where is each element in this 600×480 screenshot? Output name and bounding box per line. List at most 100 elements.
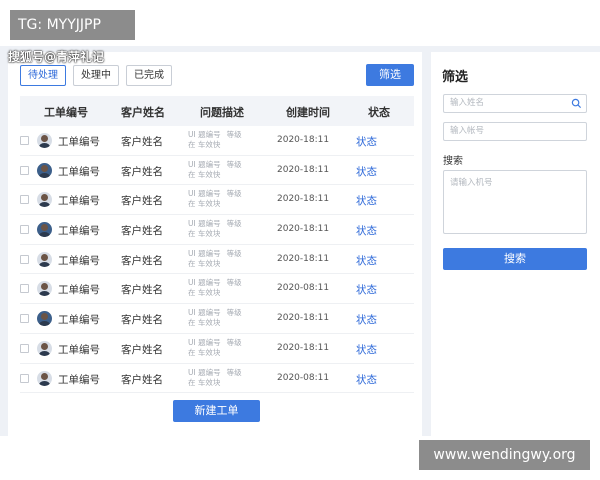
ticket-id-cell: 工单编号 [58,373,100,386]
ticket-id-cell: 工单编号 [58,284,100,297]
description-level: 等级 [226,308,242,318]
tab-completed[interactable]: 已完成 [126,65,172,86]
created-time-cell: 2020-18:11 [277,224,330,235]
status-link[interactable]: 状态 [356,282,377,297]
status-link[interactable]: 状态 [356,253,377,268]
description-line-2: 在 车效块 [188,258,221,268]
description-cell: UI 题编号 等级在 车效块 [188,219,242,239]
description-level: 等级 [226,248,242,258]
description-line-2: 在 车效块 [188,377,221,387]
tg-watermark: TG: MYYJJPP [10,10,135,40]
description-level: 等级 [226,130,242,139]
description-cell: UI 题编号 等级在 车效块 [188,368,242,388]
avatar [37,162,52,178]
description-line-2: 在 车效快 [188,140,221,149]
customer-name-cell: 客户姓名 [121,373,163,386]
status-tabs: 待处理 处理中 已完成 [20,65,172,86]
description-line-2: 在 车效块 [188,199,221,209]
header-ticket-id: 工单编号 [44,106,88,119]
ticket-id-cell: 工单编号 [58,314,100,327]
description-line-1: UI 题编号 [188,308,221,318]
search-icon[interactable] [571,98,582,109]
description-line-1: UI 题编号 [188,248,221,258]
customer-name-cell: 客户姓名 [121,195,163,208]
ticket-id-cell: 工单编号 [58,343,100,356]
status-link[interactable]: 状态 [356,164,377,179]
description-line-2: 在 车效块 [188,288,221,298]
phone-textarea[interactable]: 请输入机号 [443,170,587,234]
status-link[interactable]: 状态 [356,372,377,387]
description-level: 等级 [226,159,242,169]
search-button[interactable]: 搜索 [443,248,587,270]
description-cell: UI 题编号 等级在 车效块 [188,308,242,328]
customer-name-cell: 客户姓名 [121,254,163,267]
table-row[interactable]: 工单编号 客户姓名 UI 题编号 等级在 车效块 2020-08:11 状态 [20,274,414,305]
description-cell: UI 题编号 等级在 车效块 [188,278,242,298]
description-line-2: 在 车效块 [188,347,221,357]
table-row[interactable]: 工单编号 客户姓名 UI 题编号 等级在 车效块 2020-08:11 状态 [20,364,414,394]
name-input[interactable]: 输入姓名 [443,94,587,113]
status-link[interactable]: 状态 [356,134,377,149]
table-header: 工单编号 客户姓名 问题描述 创建时间 状态 [20,96,414,126]
row-checkbox[interactable] [20,165,29,175]
header-created-time: 创建时间 [286,106,330,119]
table-row[interactable]: 工单编号 客户姓名 UI 题编号 等级在 车效块 2020-18:11 状态 [20,185,414,216]
status-link[interactable]: 状态 [356,193,377,208]
status-link[interactable]: 状态 [356,342,377,357]
row-checkbox[interactable] [20,373,29,383]
description-level: 等级 [226,278,242,288]
description-line-1: UI 题编号 [188,159,221,169]
customer-name-cell: 客户姓名 [121,225,163,238]
table-row[interactable]: 工单编号 客户姓名 UI 题编号 等级在 车效块 2020-18:11 状态 [20,334,414,364]
header-description: 问题描述 [200,106,244,119]
table-row[interactable]: 工单编号 客户姓名 UI 题编号 等级在 车效快 2020-18:11 状态 [20,156,414,186]
row-checkbox[interactable] [20,195,29,205]
avatar [37,133,52,148]
created-time-cell: 2020-18:11 [277,164,330,175]
created-time-cell: 2020-18:11 [277,253,330,264]
tab-processing[interactable]: 处理中 [73,65,119,86]
ticket-id-cell: 工单编号 [58,136,100,148]
status-link[interactable]: 状态 [356,223,377,238]
created-time-cell: 2020-18:11 [277,342,330,353]
new-ticket-button[interactable]: 新建工单 [173,400,260,422]
customer-name-cell: 客户姓名 [121,136,163,148]
ticket-id-cell: 工单编号 [58,195,100,208]
ticket-id-cell: 工单编号 [58,254,100,267]
created-time-cell: 2020-08:11 [277,283,330,294]
ticket-table-body: 工单编号 客户姓名 UI 题编号 等级在 车效快 2020-18:11 状态 工单编号 客户姓… [20,126,414,394]
description-line-2: 在 车效块 [188,229,221,239]
filter-button[interactable]: 筛选 [366,64,414,86]
row-checkbox[interactable] [20,314,29,324]
description-line-1: UI 题编号 [188,219,221,229]
ticket-list-panel: 待处理 处理中 已完成 筛选 工单编号 客户姓名 问题描述 创建时间 状态 工单… [8,52,422,436]
avatar [37,222,52,238]
table-row[interactable]: 工单编号 客户姓名 UI 题编号 等级在 车效块 2020-18:11 状态 [20,215,414,245]
created-time-cell: 2020-08:11 [277,372,330,383]
table-row[interactable]: 工单编号 客户姓名 UI 题编号 等级在 车效快 2020-18:11 状态 [20,126,414,156]
ticket-id-cell: 工单编号 [58,225,100,238]
description-line-1: UI 题编号 [188,278,221,288]
row-checkbox[interactable] [20,225,29,235]
row-checkbox[interactable] [20,284,29,294]
site-watermark: www.wendingwy.org [419,440,590,470]
table-row[interactable]: 工单编号 客户姓名 UI 题编号 等级在 车效块 2020-18:11 状态 [20,245,414,275]
row-checkbox[interactable] [20,254,29,264]
tab-pending[interactable]: 待处理 [20,65,66,86]
table-row[interactable]: 工单编号 客户姓名 UI 题编号 等级在 车效块 2020-18:11 状态 [20,304,414,334]
phone-textarea-placeholder: 请输入机号 [450,178,493,188]
account-input[interactable]: 输入帐号 [443,122,587,141]
account-input-placeholder: 输入帐号 [450,126,485,136]
sidebar-title: 筛选 [442,70,469,85]
avatar [37,192,52,208]
status-link[interactable]: 状态 [356,312,377,327]
row-checkbox[interactable] [20,343,29,353]
row-checkbox[interactable] [20,136,29,145]
created-time-cell: 2020-18:11 [277,194,330,205]
header-status: 状态 [368,106,390,119]
created-time-cell: 2020-18:11 [277,135,330,145]
ticket-id-cell: 工单编号 [58,165,100,178]
description-level: 等级 [226,219,242,229]
description-level: 等级 [226,367,242,377]
sohu-watermark: 搜狐号@青萍礼记 [8,50,105,64]
